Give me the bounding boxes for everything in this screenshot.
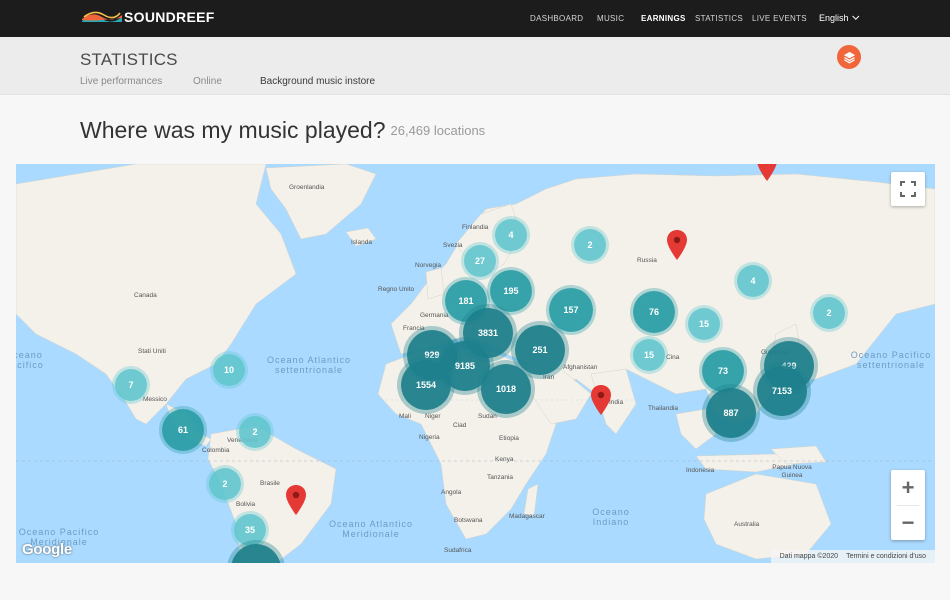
statistics-header: STATISTICS Live performances Online Back… — [0, 37, 950, 95]
label-papua: Papua Nuova Guinea — [772, 464, 812, 479]
map-cluster[interactable]: 7 — [115, 369, 147, 401]
label-iran: Iran — [543, 374, 555, 381]
chevron-down-icon — [851, 12, 859, 20]
nav-dashboard[interactable]: DASHBOARD — [530, 14, 583, 23]
map-cluster[interactable]: 2 — [813, 297, 845, 329]
label-kenya: Kenya — [495, 456, 514, 463]
nav-live-events[interactable]: LIVE EVENTS — [752, 14, 807, 23]
label-iceland: Islanda — [351, 239, 372, 246]
world-map[interactable]: Groenlandia Islanda Finlandia Svezia Nor… — [16, 164, 935, 563]
nav-music[interactable]: MUSIC — [597, 14, 624, 23]
stack-button[interactable] — [837, 45, 861, 69]
top-navbar: SOUNDREEF DASHBOARD MUSIC EARNINGS STATI… — [0, 0, 950, 37]
nav-statistics[interactable]: STATISTICS — [695, 14, 743, 23]
label-russia: Russia — [637, 257, 657, 264]
map-cluster[interactable]: 157 — [549, 288, 593, 332]
language-selector[interactable]: English — [819, 12, 859, 23]
label-thailand: Thailandia — [648, 405, 678, 412]
label-mexico: Messico — [143, 396, 167, 403]
label-brazil: Brasile — [260, 480, 280, 487]
label-south-africa: Sudafrica — [444, 547, 472, 554]
brand-name: SOUNDREEF — [124, 9, 215, 25]
label-indian-ocean: Oceano Indiano — [592, 507, 630, 527]
map-cluster[interactable]: 4 — [737, 265, 769, 297]
label-niger: Niger — [425, 413, 441, 420]
zoom-out-button[interactable]: − — [891, 505, 925, 540]
map-pin-icon[interactable] — [591, 385, 611, 415]
label-uk: Regno Unito — [378, 286, 415, 293]
label-mali: Mali — [399, 413, 411, 420]
map-cluster[interactable]: 7153 — [757, 366, 807, 416]
map-cluster[interactable]: 15 — [633, 339, 665, 371]
map-attribution: Dati mappa ©2020 Termini e condizioni d'… — [770, 550, 935, 563]
label-south-atlantic: Oceano Atlantico Meridionale — [328, 519, 414, 539]
label-bolivia: Bolivia — [236, 501, 256, 508]
fullscreen-button[interactable] — [891, 172, 925, 206]
label-chad: Ciad — [453, 422, 467, 429]
layers-icon — [843, 51, 855, 64]
map-cluster[interactable]: 2 — [209, 468, 241, 500]
map-cluster[interactable]: 76 — [633, 291, 675, 333]
map-cluster[interactable]: 887 — [706, 388, 756, 438]
label-india: India — [609, 399, 624, 406]
map-pin-icon[interactable] — [667, 230, 687, 260]
zoom-controls: + − — [891, 470, 925, 540]
label-nigeria: Nigeria — [419, 434, 440, 441]
label-indonesia: Indonesia — [686, 467, 715, 474]
label-germany: Germania — [420, 312, 449, 319]
label-north-atlantic: Oceano Atlantico settentrionale — [266, 355, 352, 375]
terms-link[interactable]: Termini e condizioni d'uso — [846, 553, 926, 560]
map-cluster[interactable]: 15 — [688, 308, 720, 340]
locations-count: 26,469 locations — [390, 123, 486, 138]
map-cluster[interactable]: 2 — [574, 229, 606, 261]
tab-live-performances[interactable]: Live performances — [80, 76, 162, 87]
soundreef-logo[interactable]: SOUNDREEF — [82, 9, 215, 25]
map-cluster[interactable]: 27 — [464, 245, 496, 277]
language-label: English — [819, 13, 849, 23]
label-greenland: Groenlandia — [289, 184, 325, 191]
map-cluster[interactable]: 195 — [490, 270, 532, 312]
map-pin-icon[interactable] — [286, 485, 306, 515]
label-usa: Stati Uniti — [138, 348, 166, 355]
label-angola: Angola — [441, 489, 462, 496]
label-colombia: Colombia — [202, 447, 230, 454]
label-sudan: Sudan — [478, 413, 497, 420]
label-north-pacific: Oceano Pacifico settentrionale — [850, 350, 932, 370]
map-pin-icon[interactable] — [757, 164, 777, 181]
map-cluster[interactable]: 251 — [515, 325, 565, 375]
map-cluster[interactable]: 2 — [239, 416, 271, 448]
label-canada: Canada — [134, 292, 157, 299]
google-logo: Google — [22, 541, 72, 558]
tab-background-music-instore[interactable]: Background music instore — [260, 76, 375, 87]
fullscreen-icon — [900, 181, 916, 197]
label-sweden: Svezia — [443, 242, 463, 249]
label-madagascar: Madagascar — [509, 513, 545, 520]
label-botswana: Botswana — [454, 517, 483, 524]
map-cluster[interactable]: 4 — [495, 219, 527, 251]
wave-logo-icon — [82, 11, 122, 22]
label-norway: Norvegia — [415, 262, 442, 269]
map-cluster[interactable]: 61 — [162, 409, 204, 451]
label-china: Cina — [666, 354, 680, 361]
label-ethiopia: Etiopia — [499, 435, 519, 442]
label-tanzania: Tanzania — [487, 474, 514, 481]
heading-text: Where was my music played? — [80, 117, 386, 143]
zoom-in-button[interactable]: + — [891, 470, 925, 505]
map-cluster[interactable]: 73 — [702, 350, 744, 392]
map-cluster[interactable]: 10 — [213, 354, 245, 386]
label-australia: Australia — [734, 521, 760, 528]
section-heading: Where was my music played? 26,469 locatio… — [80, 117, 485, 144]
map-data-credit: Dati mappa ©2020 — [779, 553, 839, 560]
label-finland: Finlandia — [462, 224, 489, 231]
map-cluster[interactable]: 1018 — [481, 364, 531, 414]
label-afghanistan: Afghanistan — [563, 364, 598, 371]
label-pacific-left: Oceano Pacifico — [16, 350, 44, 370]
map-cluster[interactable]: 1554 — [401, 360, 451, 410]
tab-online[interactable]: Online — [193, 76, 222, 87]
map-cluster[interactable]: 35 — [234, 514, 266, 546]
page-title: STATISTICS — [80, 50, 178, 69]
nav-earnings[interactable]: EARNINGS — [641, 14, 686, 23]
